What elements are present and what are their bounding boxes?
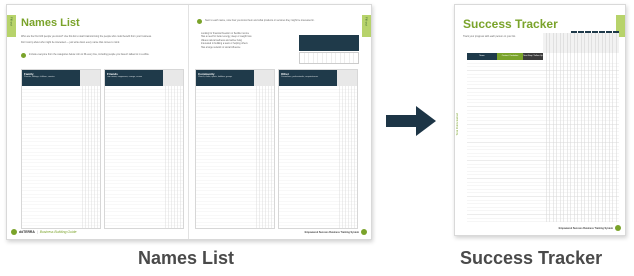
success-tracker-title: Success Tracker <box>463 17 558 31</box>
quality-item: Has a large network or social influence <box>201 46 241 49</box>
tracker-activity-headers <box>543 33 619 53</box>
names-list-tip: Include everyone from the categories bel… <box>29 53 150 56</box>
community-check-header <box>254 70 274 86</box>
family-check-grid <box>80 86 100 228</box>
right-intro-text: Next to each name, note how you know the… <box>205 19 315 22</box>
other-check-grid <box>337 86 357 228</box>
left-footer: dōTERRA | Business Building Guide <box>11 229 76 235</box>
footer-brand: dōTERRA <box>19 230 35 234</box>
tracker-check-grid <box>543 53 619 222</box>
names-list-title: Names List <box>21 17 80 29</box>
family-column: Family Parents, siblings, children, cous… <box>21 69 101 229</box>
community-check-grid <box>254 86 274 228</box>
caption-names-list: Names List <box>138 248 235 268</box>
friends-column: Friends Old friends, neighbours, college… <box>104 69 184 229</box>
example-table <box>299 35 359 65</box>
names-list-spread: Fill out Names List Who are the first 10… <box>6 4 372 240</box>
community-column: Community Church, clubs, sports, hobbies… <box>195 69 275 229</box>
step-circle-icon <box>21 53 26 58</box>
qualities-list: Looking for financial freedom or flexibl… <box>201 33 301 50</box>
tracker-footer: Empowered Success Business Training Syst… <box>559 225 621 231</box>
right-footer: Empowered Success Business Training Syst… <box>305 229 367 235</box>
success-tracker-subtitle: Track your progress with each person on … <box>463 35 516 38</box>
tracker-table-header: Name Contact / Invitation Next Step / Fo… <box>467 53 543 60</box>
step-circle-icon-2 <box>197 19 202 24</box>
example-table-header <box>299 35 359 51</box>
other-check-header <box>337 70 357 86</box>
family-check-header <box>80 70 100 86</box>
friends-check-grid <box>163 86 183 228</box>
right-page: Fill out Next to each name, note how you… <box>189 5 371 239</box>
names-list-subtitle-2: Don't worry about who might be intereste… <box>21 41 120 44</box>
left-page: Fill out Names List Who are the first 10… <box>7 5 189 239</box>
tracker-header-next: Next Step / Follow Up <box>523 53 543 60</box>
tracker-page-number-badge <box>615 225 621 231</box>
right-page-number-badge <box>361 229 367 235</box>
caption-success-tracker: Success Tracker <box>460 248 603 268</box>
right-arrow-icon <box>386 106 436 136</box>
left-page-number-badge <box>11 229 17 235</box>
tracker-side-label: Total Points Earned <box>456 113 459 136</box>
other-column: Other Co-workers, professionals, acquain… <box>278 69 358 229</box>
right-footer-text: Empowered Success Business Training Syst… <box>304 230 359 234</box>
tracker-table: Name Contact / Invitation Next Step / Fo… <box>467 31 619 223</box>
example-table-rows <box>299 52 359 64</box>
names-list-subtitle-1: Who are the first 100 people you know? U… <box>21 35 152 38</box>
right-page-tab: Fill out <box>362 15 371 37</box>
left-tab-label: Fill out <box>9 17 14 26</box>
tracker-footer-text: Empowered Success Business Training Syst… <box>558 226 613 230</box>
friends-check-header <box>163 70 183 86</box>
tracker-header-name: Name <box>467 53 497 60</box>
right-tab-label: Fill out <box>364 17 369 26</box>
footer-guide: Business Building Guide <box>39 230 77 234</box>
success-tracker-page: Success Tracker Track your progress with… <box>454 4 626 236</box>
tracker-header-contact: Contact / Invitation <box>497 53 523 60</box>
left-page-tab: Fill out <box>7 15 16 37</box>
